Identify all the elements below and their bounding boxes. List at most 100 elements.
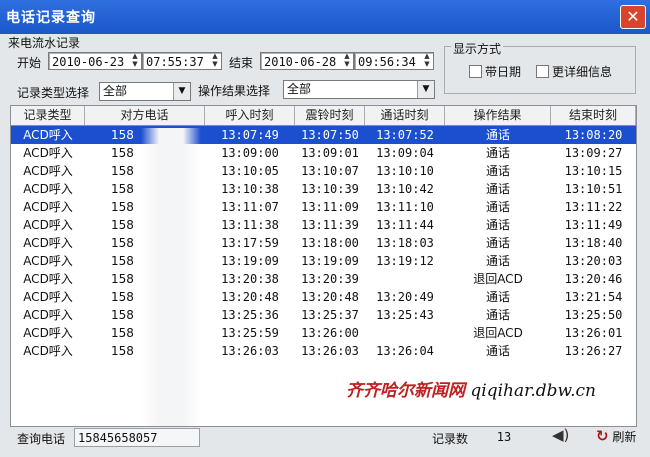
record-type-label: 记录类型选择 [17,86,90,100]
count-label: 记录数 [432,432,469,446]
refresh-button[interactable]: ↻ 刷新 [596,424,646,448]
end-time-spinner[interactable]: ▲ ▼ [422,52,432,70]
with-date-checkbox[interactable] [469,65,482,78]
chevron-down-icon[interactable]: ▼ [173,83,190,100]
table-cell: 通话 [485,128,510,142]
close-button[interactable]: ✕ [620,5,646,29]
column-header[interactable]: 呼入时刻 [205,106,295,125]
table-row[interactable]: ACD呼入 158 13:17:59 13:18:00 13:18:03 通话 13:18:… [11,234,636,252]
table-row[interactable]: ACD呼入 158 13:10:05 13:10:07 13:10:10 通话 13:10:… [11,162,636,180]
table-cell: 13:11:38 [221,218,279,232]
table-cell: 13:19:09 [301,254,359,268]
table-cell: 13:18:40 [564,236,623,250]
table-cell: 13:10:38 [221,182,279,196]
table-cell: 13:11:09 [301,200,359,214]
start-date-field[interactable]: 2010-06-23 [48,52,142,70]
table-row[interactable]: ACD呼入 158 13:26:03 13:26:03 13:26:04 通话 13:26:… [11,342,636,360]
table-cell: 退回ACD [473,272,523,286]
table-cell: 13:20:38 [221,272,279,286]
table-cell [365,324,445,342]
op-result-select[interactable]: 全部 ▼ [283,80,435,99]
table-cell: ACD呼入 [23,128,73,142]
table-cell: ACD呼入 [23,146,73,160]
table-row[interactable]: ACD呼入 158 13:20:48 13:20:48 13:20:49 通话 13:21:… [11,288,636,306]
table-cell: 13:07:49 [221,128,279,142]
table-cell: 13:18:00 [301,236,359,250]
record-type-value: 全部 [103,84,128,98]
table-cell: 13:21:54 [564,290,623,304]
table-cell: 13:19:09 [221,254,279,268]
more-detail-label: 更详细信息 [552,65,613,79]
table-row[interactable]: ACD呼入 158 13:11:38 13:11:39 13:11:44 通话 13:11:… [11,216,636,234]
window-title: 电话记录查询 [6,10,96,26]
section-title: 来电流水记录 [8,36,81,50]
watermark-cn: 齐齐哈尔新闻网 [346,381,465,401]
table-cell [365,270,445,288]
table-cell: ACD呼入 [23,164,73,178]
table-cell: 13:09:04 [376,146,434,160]
table-header: 记录类型 对方电话 呼入时刻 震铃时刻 通话时刻 操作结果 结束时刻 [11,106,636,126]
query-phone-field[interactable]: 15845658057 [74,428,200,447]
column-header[interactable]: 操作结果 [445,106,551,125]
table-cell: ACD呼入 [23,236,73,250]
table-cell: 13:11:10 [376,200,434,214]
table-cell: ACD呼入 [23,290,73,304]
table-cell: ACD呼入 [23,218,73,232]
chevron-down-icon[interactable]: ▼ [417,81,434,98]
table-cell: ACD呼入 [23,344,73,358]
table-row[interactable]: ACD呼入 158 13:07:49 13:07:50 13:07:52 通话 13:08:… [11,126,636,144]
table-cell: 13:26:00 [301,326,359,340]
table-cell: 退回ACD [473,326,523,340]
table-cell: 13:11:39 [301,218,359,232]
table-row[interactable]: ACD呼入 158 13:19:09 13:19:09 13:19:12 通话 13:20:… [11,252,636,270]
table-cell: 13:10:05 [221,164,279,178]
table-row[interactable]: ACD呼入 158 13:20:38 13:20:39 退回ACD 13:20:46 [11,270,636,288]
table-row[interactable]: ACD呼入 158 13:25:36 13:25:37 13:25:43 通话 13:25:… [11,306,636,324]
end-date-spinner[interactable]: ▲ ▼ [342,52,352,70]
table-cell: 13:10:42 [376,182,434,196]
start-date-spinner[interactable]: ▲ ▼ [130,52,140,70]
end-date-field[interactable]: 2010-06-28 [260,52,354,70]
phone-redaction [141,128,201,426]
table-cell: 13:25:37 [301,308,359,322]
op-result-label: 操作结果选择 [198,84,271,98]
table-row[interactable]: ACD呼入 158 13:10:38 13:10:39 13:10:42 通话 13:10:… [11,180,636,198]
table-cell: 13:25:43 [376,308,434,322]
table-cell: 13:10:07 [301,164,359,178]
table-cell: 13:10:10 [376,164,434,178]
table-cell: 13:20:48 [301,290,359,304]
table-cell: 通话 [485,146,510,160]
table-row[interactable]: ACD呼入 158 13:09:00 13:09:01 13:09:04 通话 13:09:… [11,144,636,162]
column-header[interactable]: 通话时刻 [365,106,445,125]
column-header[interactable]: 震铃时刻 [295,106,365,125]
table-cell: ACD呼入 [23,326,73,340]
count-value: 13 [496,430,512,444]
table-cell: 通话 [485,290,510,304]
table-cell: 13:20:39 [301,272,359,286]
table-cell: 13:10:39 [301,182,359,196]
table-cell: 13:26:01 [564,326,623,340]
start-label: 开始 [17,56,42,70]
refresh-label: 刷新 [612,430,637,444]
table-cell: ACD呼入 [23,308,73,322]
table-cell: ACD呼入 [23,200,73,214]
table-cell: 13:19:12 [376,254,434,268]
table-cell: 13:11:49 [564,218,623,232]
end-label: 结束 [229,56,254,70]
column-header[interactable]: 对方电话 [85,106,205,125]
table-row[interactable]: ACD呼入 158 13:25:59 13:26:00 退回ACD 13:26:01 [11,324,636,342]
table-cell: 13:20:49 [376,290,434,304]
table-cell: ACD呼入 [23,182,73,196]
table-cell: 13:11:44 [376,218,434,232]
table-row[interactable]: ACD呼入 158 13:11:07 13:11:09 13:11:10 通话 13:11:… [11,198,636,216]
column-header[interactable]: 结束时刻 [551,106,636,125]
record-type-select[interactable]: 全部 ▼ [99,82,191,101]
table-cell: 通话 [485,236,510,250]
speaker-icon[interactable]: ◀) [552,426,569,444]
query-phone-label: 查询电话 [17,432,66,446]
start-time-spinner[interactable]: ▲ ▼ [210,52,220,70]
more-detail-checkbox[interactable] [536,65,549,78]
table-cell: 13:26:27 [564,344,623,358]
column-header[interactable]: 记录类型 [11,106,85,125]
table-cell: 13:20:46 [564,272,623,286]
